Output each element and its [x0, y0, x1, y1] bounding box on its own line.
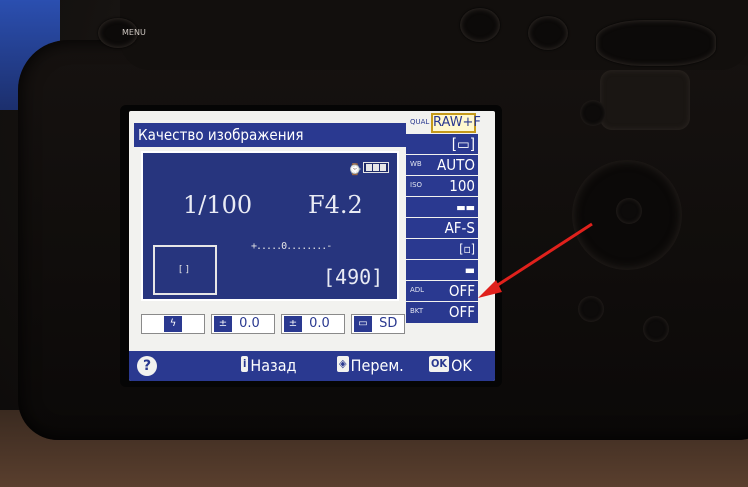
picture-control-cell[interactable]: ▭ SD [351, 314, 405, 334]
af-area-mode-row[interactable]: [▫] [406, 239, 478, 260]
flash-icon: ϟ [164, 316, 182, 332]
side-settings-column: QUAL RAW+F [▭] WB AUTO ISO 100 ▬▬ AF-S [… [406, 113, 481, 333]
help-bar: ? i Назад ◈ Перем. OK OK [129, 351, 495, 381]
image-quality-value: RAW+F [431, 113, 481, 133]
release-mode-row[interactable]: ▬▬ [406, 197, 478, 218]
adl-value: OFF [448, 282, 475, 300]
change-hint[interactable]: ◈ Перем. [337, 356, 404, 375]
focus-mode-value: AF-S [444, 219, 475, 237]
bracketing-value: OFF [448, 303, 475, 321]
shooting-info-panel: ⌚ 1/100 F4.2 [ ] +.....0........- [490] [141, 151, 399, 301]
ok-key-icon: OK [429, 356, 450, 372]
back-hint[interactable]: i Назад [241, 356, 296, 375]
command-dial[interactable] [596, 20, 716, 66]
af-area-frame: [ ] [153, 245, 217, 295]
bracketing-label: BKT [410, 307, 424, 315]
info-key-icon: i [241, 356, 249, 372]
exposure-comp-icon: ± [284, 316, 302, 332]
image-quality-row[interactable]: QUAL RAW+F [406, 113, 481, 134]
image-size-value: [▭] [451, 135, 475, 153]
battery-icon: ⌚ [348, 163, 362, 176]
help-icon[interactable]: ? [137, 356, 157, 376]
multi-selector-icon: ◈ [337, 356, 349, 372]
exposure-compensation-value: 0.0 [309, 316, 330, 331]
ok-button[interactable] [616, 198, 642, 224]
metering-row[interactable]: ▬ [406, 260, 478, 281]
flash-compensation-cell[interactable]: ± 0.0 [211, 314, 275, 334]
adl-label: ADL [410, 286, 425, 294]
live-view-switch[interactable] [528, 16, 568, 50]
iso-row[interactable]: ISO 100 [406, 176, 478, 197]
af-point: [ ] [179, 265, 189, 275]
change-label: Перем. [350, 356, 404, 375]
image-quality-label: QUAL [410, 118, 430, 126]
adl-row[interactable]: ADL OFF [406, 281, 478, 302]
lv-button[interactable] [643, 316, 669, 342]
af-area-mode-icon: [▫] [459, 242, 475, 256]
picture-control-value: SD [379, 316, 398, 331]
shutter-speed: 1/100 [183, 191, 253, 219]
aperture: F4.2 [308, 191, 363, 219]
metering-icon: ▬ [464, 263, 475, 277]
white-balance-row[interactable]: WB AUTO [406, 155, 478, 176]
ok-label: OK [451, 356, 472, 375]
delete-button[interactable] [578, 296, 604, 322]
iso-value: 100 [449, 177, 475, 195]
menu-button-label: MENU [122, 28, 146, 37]
screen-title: Качество изображения [134, 123, 406, 147]
picture-control-icon: ▭ [354, 316, 372, 332]
focus-mode-row[interactable]: AF-S [406, 218, 478, 239]
shots-remaining: [490] [323, 265, 384, 289]
flash-compensation-value: 0.0 [239, 316, 260, 331]
battery-level-icon [363, 162, 389, 173]
white-balance-label: WB [410, 160, 422, 168]
exposure-compensation-cell[interactable]: ± 0.0 [281, 314, 345, 334]
ae-l-button[interactable] [580, 100, 606, 126]
image-size-row[interactable]: [▭] [406, 134, 478, 155]
info-button[interactable] [460, 8, 500, 42]
iso-label: ISO [410, 181, 423, 189]
lcd-screen: Качество изображения ⌚ 1/100 F4.2 [ ] +.… [129, 111, 495, 381]
back-label: Назад [250, 356, 297, 375]
white-balance-value: AUTO [437, 156, 475, 174]
exposure-meter: +.....0........- [251, 241, 332, 252]
bracketing-row[interactable]: BKT OFF [406, 302, 478, 324]
flash-comp-icon: ± [214, 316, 232, 332]
release-mode-icon: ▬▬ [456, 201, 475, 214]
ok-hint[interactable]: OK OK [429, 356, 472, 375]
flash-mode-cell[interactable]: ϟ [141, 314, 205, 334]
thumb-grip [600, 70, 690, 130]
